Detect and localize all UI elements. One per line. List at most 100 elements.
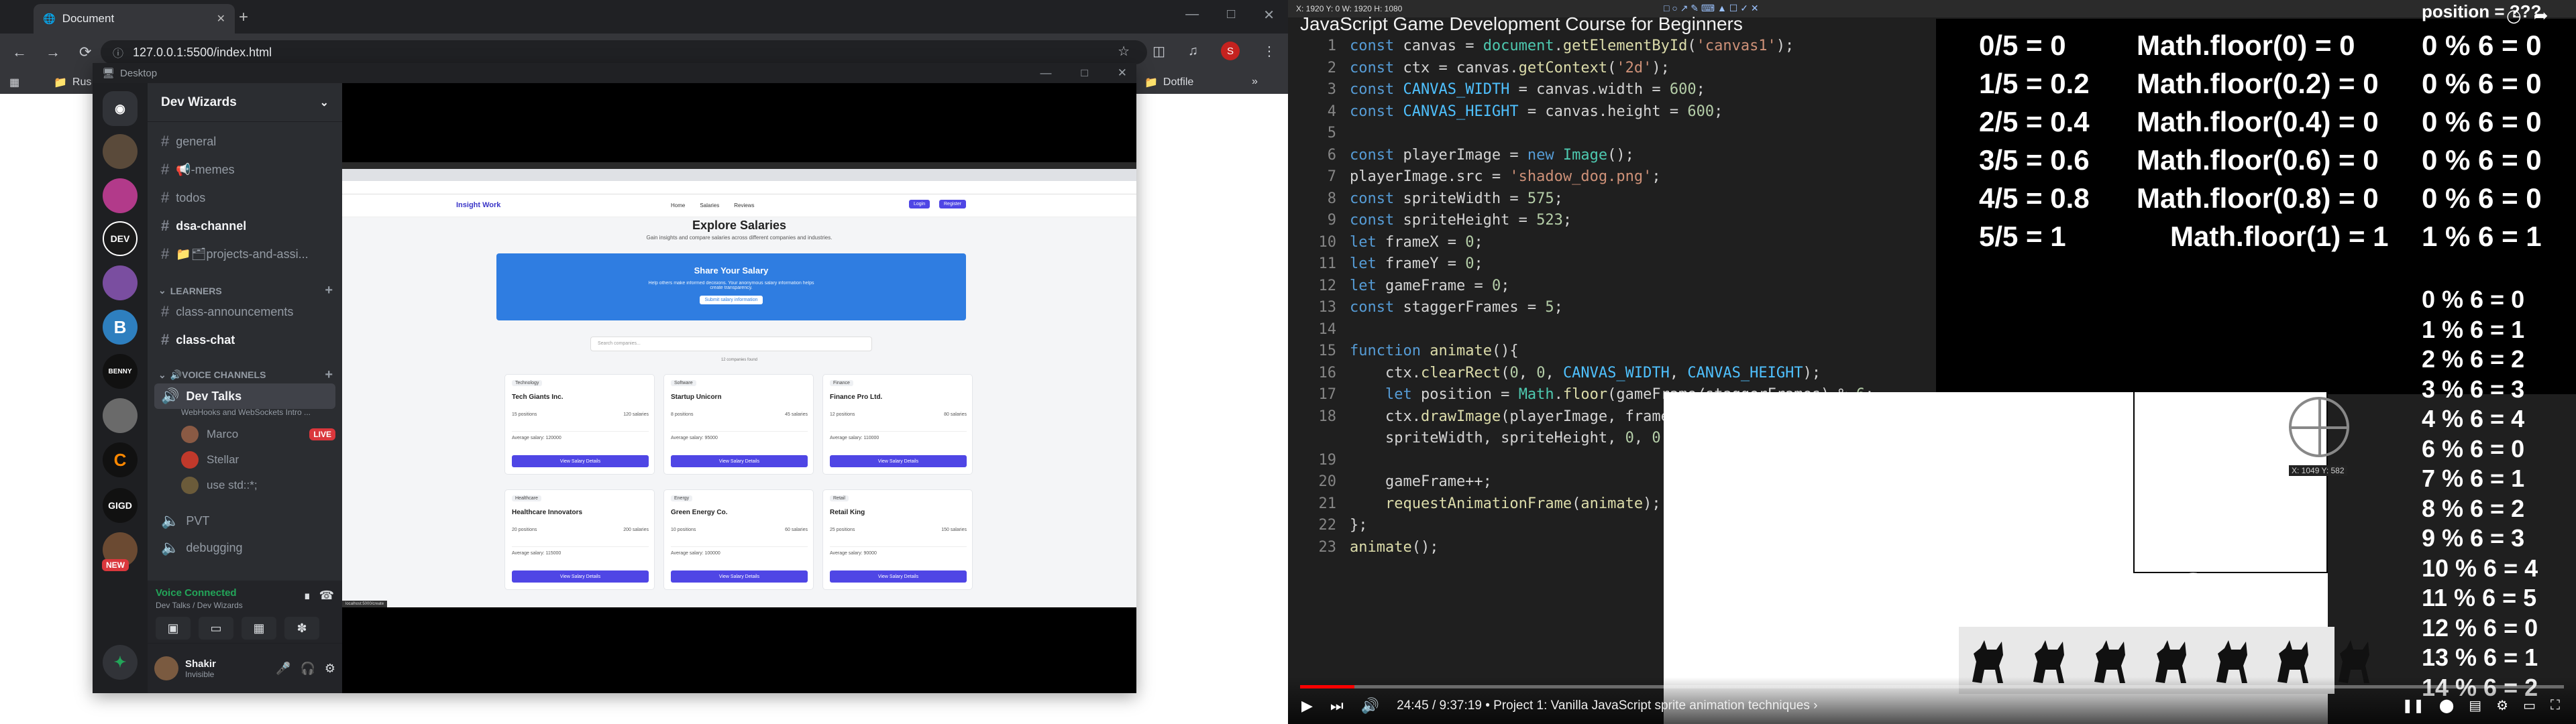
miniplayer-icon[interactable]: ▭ xyxy=(2523,697,2536,714)
subtitles-icon[interactable]: ▤ xyxy=(2469,697,2481,714)
line-number: 9 xyxy=(1327,212,1336,229)
voice-channel-debugging[interactable]: 🔈 debugging xyxy=(154,535,335,560)
settings-icon[interactable]: ⚙ xyxy=(2496,697,2508,714)
bookmark-folder-1[interactable]: 📁 Rus xyxy=(54,76,91,89)
server-header[interactable]: Dev Wizards ⌄ xyxy=(148,83,342,122)
channel-todos[interactable]: # todos xyxy=(154,185,335,210)
new-tab-button[interactable]: + xyxy=(239,8,248,27)
view-salary-button[interactable]: View Salary Details xyxy=(671,570,808,583)
maximize-icon[interactable]: □ xyxy=(1227,7,1235,23)
disconnect-icon[interactable]: ☎ xyxy=(319,589,334,603)
server-icon[interactable]: B xyxy=(103,310,138,345)
category-learners[interactable]: ⌄ LEARNERS + xyxy=(158,283,333,298)
voice-user[interactable]: use std::*; xyxy=(181,475,335,496)
channel-memes[interactable]: # 📢-memes xyxy=(154,157,335,182)
channel-general[interactable]: # general xyxy=(154,129,335,154)
avatar[interactable] xyxy=(154,656,178,680)
category-voice[interactable]: ⌄ 🔊VOICE CHANNELS + xyxy=(158,367,333,383)
share-icon[interactable]: ➦ xyxy=(2534,5,2548,26)
company-name: Retail King xyxy=(830,509,865,516)
mute-icon[interactable]: 🎤 xyxy=(276,662,290,676)
nav-salaries[interactable]: Salaries xyxy=(700,202,719,208)
fullscreen-icon[interactable]: ⛶ xyxy=(2551,698,2560,713)
add-channel-icon[interactable]: + xyxy=(325,367,333,383)
close-window-icon[interactable]: ✕ xyxy=(1118,66,1127,80)
reload-icon[interactable]: ⟳ xyxy=(79,44,91,61)
bookmark-star-icon[interactable]: ☆ xyxy=(1118,43,1130,60)
average-salary: Average salary: 95000 xyxy=(671,431,808,440)
nav-reviews[interactable]: Reviews xyxy=(734,202,754,208)
soundboard-button[interactable]: ✽ xyxy=(284,617,319,640)
progress-bar[interactable] xyxy=(1300,685,2564,688)
close-window-icon[interactable]: ✕ xyxy=(1263,7,1275,23)
clock-icon[interactable]: ◷ xyxy=(2506,5,2522,26)
nav-home[interactable]: Home xyxy=(671,202,685,208)
view-salary-button[interactable]: View Salary Details xyxy=(671,455,808,467)
screen-share-button[interactable]: ▭ xyxy=(199,617,233,640)
submit-salary-button[interactable]: Submit salary information xyxy=(699,296,763,304)
autoplay-icon[interactable]: ⬤ xyxy=(2439,697,2454,714)
bookmark-folder-2[interactable]: 📁 Dotfile xyxy=(1144,76,1193,89)
server-icon[interactable] xyxy=(103,134,138,169)
average-salary: Average salary: 115000 xyxy=(512,546,649,556)
close-tab-icon[interactable]: ✕ xyxy=(217,12,225,25)
server-icon[interactable]: C xyxy=(103,442,138,477)
view-salary-button[interactable]: View Salary Details xyxy=(830,570,967,583)
server-icon[interactable]: GIGD xyxy=(103,488,138,523)
add-channel-icon[interactable]: + xyxy=(325,283,333,298)
server-icon[interactable] xyxy=(103,178,138,213)
minimize-icon[interactable]: — xyxy=(1185,7,1199,23)
timecode[interactable]: 24:45 / 9:37:19 • Project 1: Vanilla Jav… xyxy=(1397,699,1817,713)
discord-home-icon[interactable]: ◉ xyxy=(103,91,138,126)
snip-tools[interactable]: □ ○ ↗ ✎ ⌨ ▲ ☐ ✓ ✕ xyxy=(1664,3,1759,14)
gear-icon[interactable]: ⚙ xyxy=(325,662,335,676)
voice-user[interactable]: Marco LIVE xyxy=(181,424,335,445)
industry-badge: Retail xyxy=(830,495,849,501)
extensions-icon[interactable]: ◫ xyxy=(1152,43,1165,60)
line-number: 16 xyxy=(1318,364,1337,381)
signal-icon[interactable]: ∎ xyxy=(303,589,311,603)
next-icon[interactable]: ⏭ xyxy=(1330,697,1344,715)
register-button[interactable]: Register xyxy=(939,200,967,208)
voice-channel-dev-talks[interactable]: 🔊 Dev Talks xyxy=(154,383,335,409)
minimize-icon[interactable]: — xyxy=(1040,66,1051,80)
channel-dsa[interactable]: # dsa-channel xyxy=(154,213,335,239)
apps-icon[interactable]: ▦ xyxy=(9,76,19,89)
video-title[interactable]: JavaScript Game Development Course for B… xyxy=(1300,13,1743,35)
pause-indicator-icon[interactable]: ❚❚ xyxy=(2402,697,2424,714)
video-player[interactable]: X: 1920 Y: 0 W: 1920 H: 1080 □ ○ ↗ ✎ ⌨ ▲… xyxy=(1288,0,2576,724)
more-bookmarks-icon[interactable]: » xyxy=(1252,76,1258,88)
voice-user[interactable]: Stellar xyxy=(181,449,335,471)
server-icon[interactable]: BENNY xyxy=(103,354,138,389)
menu-icon[interactable]: ⋮ xyxy=(1263,43,1276,60)
modulo-sequence-item: 6 % 6 = 0 xyxy=(2422,434,2525,463)
back-icon[interactable]: ← xyxy=(12,44,27,61)
media-icon[interactable]: ♫ xyxy=(1188,44,1198,59)
info-icon[interactable]: ⓘ xyxy=(113,44,123,60)
view-salary-button[interactable]: View Salary Details xyxy=(512,570,649,583)
channel-projects[interactable]: # 📁🗂projects-and-assi... xyxy=(154,241,335,267)
server-icon[interactable]: DEV xyxy=(103,221,138,256)
address-bar[interactable]: ⓘ 127.0.0.1:5500/index.html xyxy=(101,40,1147,64)
discover-icon[interactable]: ✦ xyxy=(103,645,138,680)
volume-icon[interactable]: 🔊 xyxy=(1361,697,1379,715)
view-salary-button[interactable]: View Salary Details xyxy=(512,455,649,467)
voice-channel-pvt[interactable]: 🔈 PVT xyxy=(154,508,335,534)
channel-class-chat[interactable]: # class-chat xyxy=(154,327,335,353)
maximize-icon[interactable]: □ xyxy=(1081,66,1087,80)
server-icon[interactable] xyxy=(103,265,138,300)
play-icon[interactable]: ▶ xyxy=(1301,697,1313,715)
site-logo[interactable]: Insight Work xyxy=(456,201,500,209)
company-search-input[interactable]: Search companies... xyxy=(590,337,872,351)
camera-button[interactable]: ▣ xyxy=(156,617,191,640)
server-icon[interactable] xyxy=(103,398,138,433)
activities-button[interactable]: ▦ xyxy=(241,617,276,640)
profile-avatar[interactable]: S xyxy=(1221,42,1240,60)
forward-icon[interactable]: → xyxy=(46,44,60,61)
channel-label: Dev Talks xyxy=(186,389,242,403)
login-button[interactable]: Login xyxy=(909,200,930,208)
headphones-icon[interactable]: 🎧 xyxy=(300,662,315,676)
view-salary-button[interactable]: View Salary Details xyxy=(830,455,967,467)
tab-document[interactable]: 🌐 Document ✕ xyxy=(34,4,235,34)
channel-class-announcements[interactable]: # class-announcements xyxy=(154,299,335,324)
